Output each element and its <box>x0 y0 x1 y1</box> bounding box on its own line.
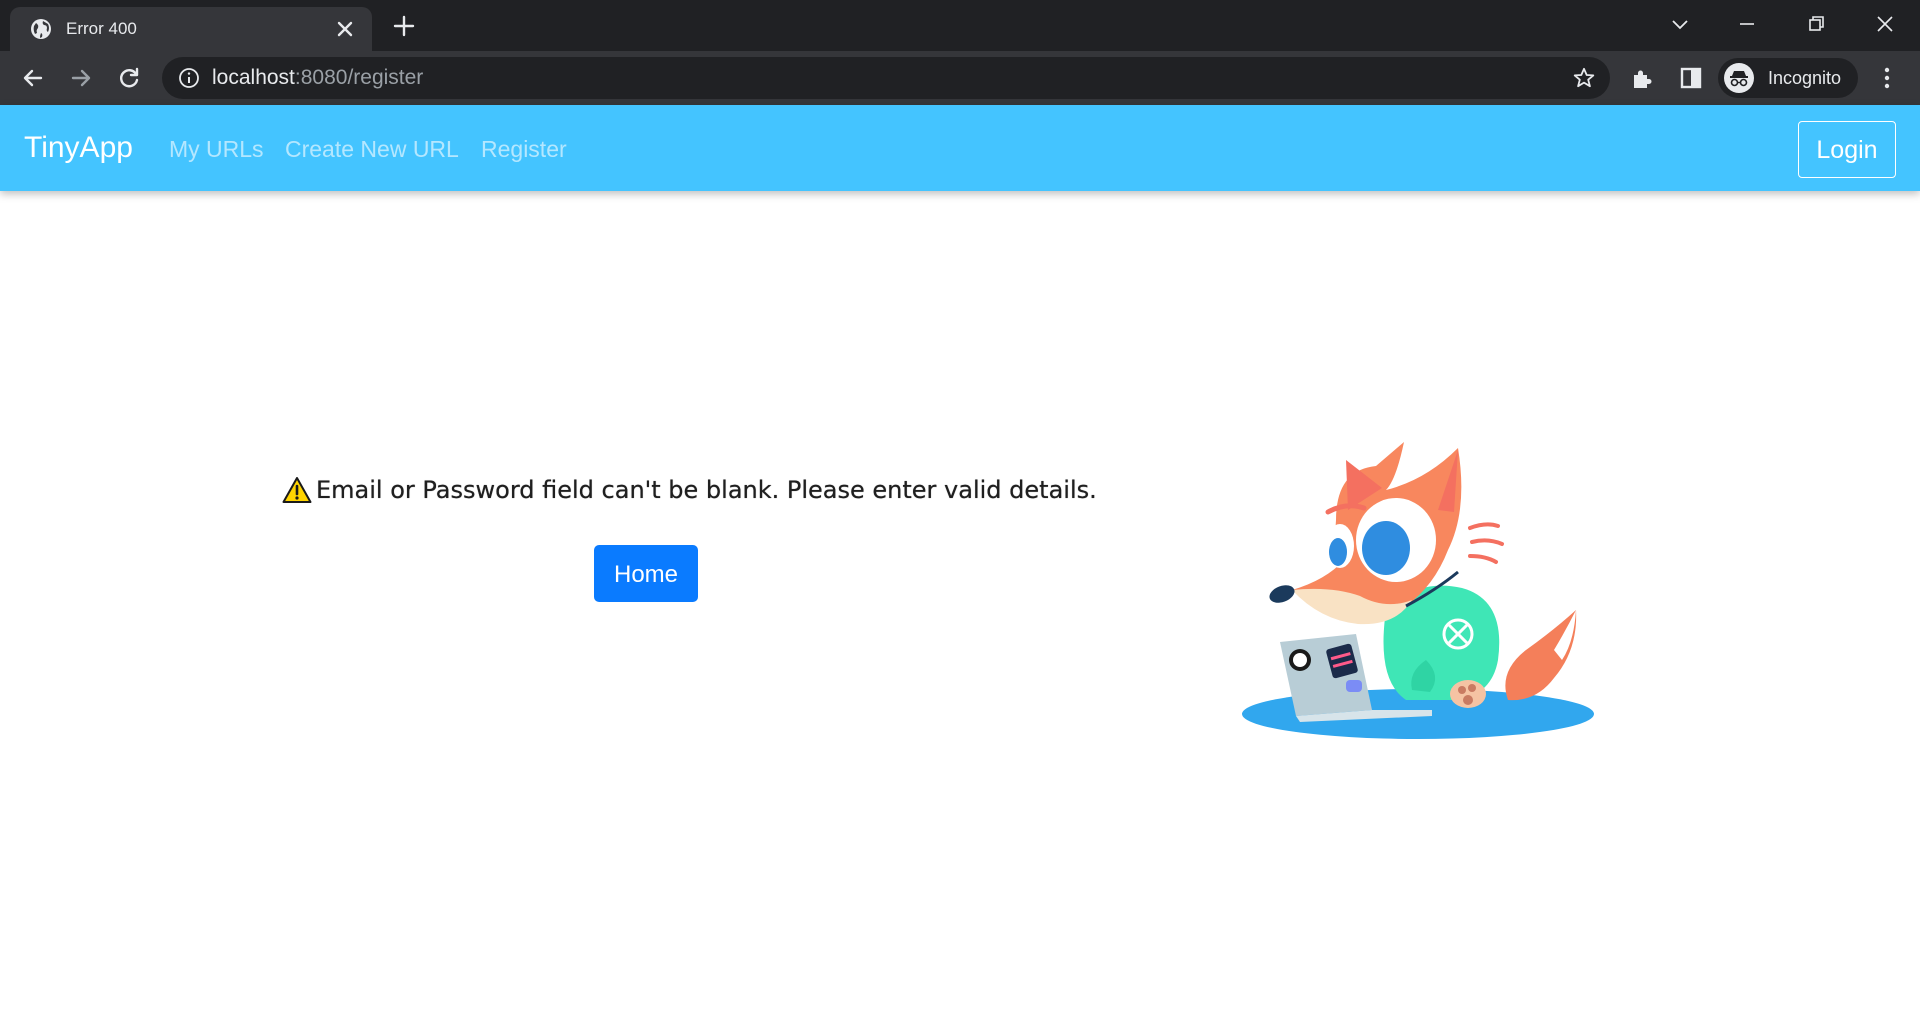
browser-tabstrip: Error 400 <box>0 0 1920 51</box>
incognito-label: Incognito <box>1768 68 1842 88</box>
side-panel-icon[interactable] <box>1678 65 1704 91</box>
nav-register[interactable]: Register <box>481 135 567 163</box>
brand-link[interactable]: TinyApp <box>24 131 133 165</box>
error-message: Email or Password field can't be blank. … <box>316 476 1097 504</box>
warning-icon <box>282 477 312 503</box>
site-info-icon[interactable] <box>178 67 200 89</box>
fox-nose <box>1269 585 1295 603</box>
nav-create-new-url[interactable]: Create New URL <box>285 135 459 163</box>
reload-icon[interactable] <box>116 65 142 91</box>
fox-laptop-illustration <box>1242 442 1594 739</box>
back-icon[interactable] <box>20 65 46 91</box>
browser-toolbar: localhost:8080/register Incognito <box>0 51 1920 105</box>
more-menu-icon[interactable] <box>1874 65 1900 91</box>
home-button[interactable]: Home <box>594 545 698 602</box>
window-close-icon[interactable] <box>1871 10 1899 38</box>
nav-my-urls[interactable]: My URLs <box>169 135 264 163</box>
error-message-row: Email or Password field can't be blank. … <box>282 474 1097 506</box>
tab-search-icon[interactable] <box>1666 10 1694 38</box>
new-tab-icon[interactable] <box>392 14 416 38</box>
bookmark-star-icon[interactable] <box>1572 66 1596 90</box>
restore-icon[interactable] <box>1802 10 1830 38</box>
url-path: :8080/register <box>294 66 424 89</box>
globe-icon <box>31 19 51 39</box>
login-button[interactable]: Login <box>1798 121 1896 178</box>
tab-title: Error 400 <box>66 19 137 38</box>
laptop <box>1280 634 1372 716</box>
close-icon[interactable] <box>335 19 355 39</box>
url-text: localhost:8080/register <box>212 67 423 89</box>
extensions-icon[interactable] <box>1630 65 1656 91</box>
incognito-icon <box>1724 63 1754 93</box>
browser-tab[interactable]: Error 400 <box>10 7 372 51</box>
minimize-icon[interactable] <box>1733 10 1761 38</box>
forward-icon[interactable] <box>68 65 94 91</box>
incognito-badge[interactable]: Incognito <box>1718 58 1858 98</box>
app-navbar: TinyApp My URLs Create New URL Register … <box>0 105 1920 191</box>
url-host: localhost <box>212 66 295 89</box>
address-bar[interactable]: localhost:8080/register <box>162 57 1610 99</box>
fox-tail <box>1505 610 1577 701</box>
